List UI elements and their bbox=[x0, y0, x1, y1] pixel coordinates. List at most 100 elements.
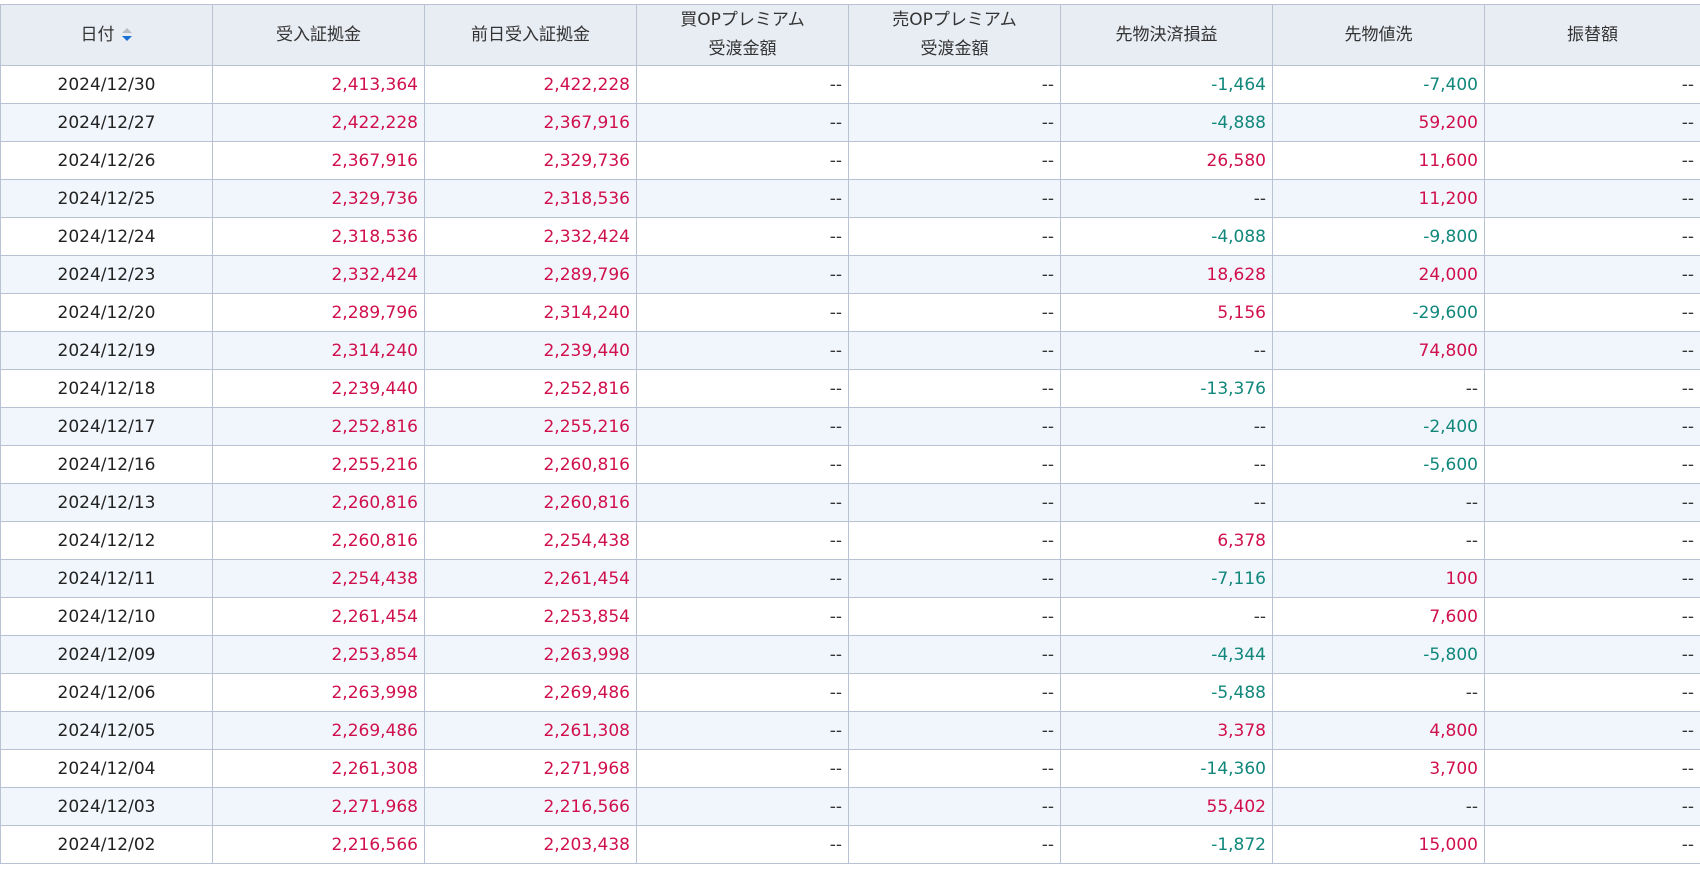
cell-date: 2024/12/17 bbox=[0, 407, 213, 446]
cell-futures-mark-to-market: 74,800 bbox=[1272, 331, 1485, 370]
cell-prev-received-margin: 2,239,440 bbox=[424, 331, 637, 370]
cell-futures-mark-to-market: 3,700 bbox=[1272, 749, 1485, 788]
cell-futures-settlement-pl: 5,156 bbox=[1060, 293, 1273, 332]
cell-transfer-amount: -- bbox=[1484, 65, 1700, 104]
cell-transfer-amount: -- bbox=[1484, 597, 1700, 636]
header-label: 日付 bbox=[80, 24, 115, 45]
cell-date: 2024/12/03 bbox=[0, 787, 213, 826]
header-row: 日付 受入証拠金 前日受入証拠金 買OPプレミアム 受渡金額 売OPプレミアム 受渡金額 先物… bbox=[0, 4, 1700, 66]
cell-sell-op-premium: -- bbox=[848, 635, 1061, 674]
cell-transfer-amount: -- bbox=[1484, 103, 1700, 142]
cell-date: 2024/12/24 bbox=[0, 217, 213, 256]
cell-received-margin: 2,260,816 bbox=[212, 483, 425, 522]
cell-buy-op-premium: -- bbox=[636, 369, 849, 408]
cell-sell-op-premium: -- bbox=[848, 597, 1061, 636]
cell-buy-op-premium: -- bbox=[636, 103, 849, 142]
cell-date: 2024/12/16 bbox=[0, 445, 213, 484]
cell-prev-received-margin: 2,332,424 bbox=[424, 217, 637, 256]
cell-buy-op-premium: -- bbox=[636, 331, 849, 370]
table-row: 2024/12/30 2,413,364 2,422,228 -- -- -1,464 -7… bbox=[0, 65, 1700, 104]
header-transfer-amount: 振替額 bbox=[1484, 4, 1700, 66]
cell-sell-op-premium: -- bbox=[848, 749, 1061, 788]
cell-buy-op-premium: -- bbox=[636, 293, 849, 332]
cell-received-margin: 2,269,486 bbox=[212, 711, 425, 750]
cell-transfer-amount: -- bbox=[1484, 141, 1700, 180]
cell-futures-mark-to-market: 11,600 bbox=[1272, 141, 1485, 180]
margin-history-table-container: 日付 受入証拠金 前日受入証拠金 買OPプレミアム 受渡金額 売OPプレミアム 受渡金額 先物… bbox=[0, 4, 1700, 864]
cell-received-margin: 2,367,916 bbox=[212, 141, 425, 180]
cell-sell-op-premium: -- bbox=[848, 331, 1061, 370]
cell-date: 2024/12/12 bbox=[0, 521, 213, 560]
cell-sell-op-premium: -- bbox=[848, 521, 1061, 560]
cell-futures-settlement-pl: -- bbox=[1060, 179, 1273, 218]
cell-prev-received-margin: 2,318,536 bbox=[424, 179, 637, 218]
cell-sell-op-premium: -- bbox=[848, 179, 1061, 218]
table-row: 2024/12/09 2,253,854 2,263,998 -- -- -4,344 -5… bbox=[0, 635, 1700, 674]
cell-date: 2024/12/02 bbox=[0, 825, 213, 864]
cell-futures-settlement-pl: 55,402 bbox=[1060, 787, 1273, 826]
cell-futures-mark-to-market: 24,000 bbox=[1272, 255, 1485, 294]
header-date[interactable]: 日付 bbox=[0, 4, 213, 66]
cell-transfer-amount: -- bbox=[1484, 635, 1700, 674]
cell-transfer-amount: -- bbox=[1484, 825, 1700, 864]
header-label: 前日受入証拠金 bbox=[471, 24, 590, 45]
cell-futures-settlement-pl: -- bbox=[1060, 407, 1273, 446]
cell-futures-mark-to-market: -- bbox=[1272, 483, 1485, 522]
cell-date: 2024/12/25 bbox=[0, 179, 213, 218]
cell-prev-received-margin: 2,254,438 bbox=[424, 521, 637, 560]
cell-received-margin: 2,314,240 bbox=[212, 331, 425, 370]
table-row: 2024/12/13 2,260,816 2,260,816 -- -- -- -- -- bbox=[0, 483, 1700, 522]
cell-received-margin: 2,261,454 bbox=[212, 597, 425, 636]
cell-buy-op-premium: -- bbox=[636, 217, 849, 256]
cell-received-margin: 2,239,440 bbox=[212, 369, 425, 408]
cell-sell-op-premium: -- bbox=[848, 141, 1061, 180]
table-row: 2024/12/11 2,254,438 2,261,454 -- -- -7,116 10… bbox=[0, 559, 1700, 598]
cell-futures-mark-to-market: 7,600 bbox=[1272, 597, 1485, 636]
cell-futures-mark-to-market: -29,600 bbox=[1272, 293, 1485, 332]
cell-futures-settlement-pl: -- bbox=[1060, 445, 1273, 484]
cell-futures-settlement-pl: -13,376 bbox=[1060, 369, 1273, 408]
header-futures-settlement-pl: 先物決済損益 bbox=[1060, 4, 1273, 66]
cell-received-margin: 2,216,566 bbox=[212, 825, 425, 864]
cell-futures-settlement-pl: -4,888 bbox=[1060, 103, 1273, 142]
cell-transfer-amount: -- bbox=[1484, 559, 1700, 598]
cell-date: 2024/12/30 bbox=[0, 65, 213, 104]
cell-received-margin: 2,261,308 bbox=[212, 749, 425, 788]
header-futures-mark-to-market: 先物値洗 bbox=[1272, 4, 1485, 66]
cell-prev-received-margin: 2,367,916 bbox=[424, 103, 637, 142]
cell-buy-op-premium: -- bbox=[636, 635, 849, 674]
cell-prev-received-margin: 2,263,998 bbox=[424, 635, 637, 674]
table-row: 2024/12/19 2,314,240 2,239,440 -- -- -- 74,800… bbox=[0, 331, 1700, 370]
table-row: 2024/12/10 2,261,454 2,253,854 -- -- -- 7,600-… bbox=[0, 597, 1700, 636]
table-row: 2024/12/05 2,269,486 2,261,308 -- -- 3,378 4,8… bbox=[0, 711, 1700, 750]
cell-futures-settlement-pl: -1,464 bbox=[1060, 65, 1273, 104]
cell-futures-settlement-pl: 3,378 bbox=[1060, 711, 1273, 750]
cell-sell-op-premium: -- bbox=[848, 407, 1061, 446]
cell-buy-op-premium: -- bbox=[636, 407, 849, 446]
table-row: 2024/12/18 2,239,440 2,252,816 -- -- -13,376-… bbox=[0, 369, 1700, 408]
cell-buy-op-premium: -- bbox=[636, 749, 849, 788]
cell-futures-mark-to-market: -- bbox=[1272, 369, 1485, 408]
table-row: 2024/12/23 2,332,424 2,289,796 -- -- 18,628 24… bbox=[0, 255, 1700, 294]
cell-futures-mark-to-market: -- bbox=[1272, 787, 1485, 826]
cell-transfer-amount: -- bbox=[1484, 179, 1700, 218]
cell-transfer-amount: -- bbox=[1484, 445, 1700, 484]
cell-received-margin: 2,422,228 bbox=[212, 103, 425, 142]
cell-buy-op-premium: -- bbox=[636, 597, 849, 636]
cell-date: 2024/12/04 bbox=[0, 749, 213, 788]
header-label: 買OPプレミアム bbox=[680, 10, 805, 30]
cell-futures-mark-to-market: 15,000 bbox=[1272, 825, 1485, 864]
cell-buy-op-premium: -- bbox=[636, 825, 849, 864]
cell-transfer-amount: -- bbox=[1484, 521, 1700, 560]
cell-futures-settlement-pl: -4,344 bbox=[1060, 635, 1273, 674]
cell-futures-mark-to-market: -5,800 bbox=[1272, 635, 1485, 674]
cell-prev-received-margin: 2,252,816 bbox=[424, 369, 637, 408]
cell-futures-settlement-pl: -- bbox=[1060, 483, 1273, 522]
header-label: 売OPプレミアム bbox=[892, 10, 1017, 30]
cell-transfer-amount: -- bbox=[1484, 217, 1700, 256]
cell-received-margin: 2,271,968 bbox=[212, 787, 425, 826]
header-buy-op-premium: 買OPプレミアム 受渡金額 bbox=[636, 4, 849, 66]
cell-received-margin: 2,252,816 bbox=[212, 407, 425, 446]
sort-desc-icon[interactable] bbox=[121, 27, 133, 42]
table-row: 2024/12/20 2,289,796 2,314,240 -- -- 5,156 -29… bbox=[0, 293, 1700, 332]
